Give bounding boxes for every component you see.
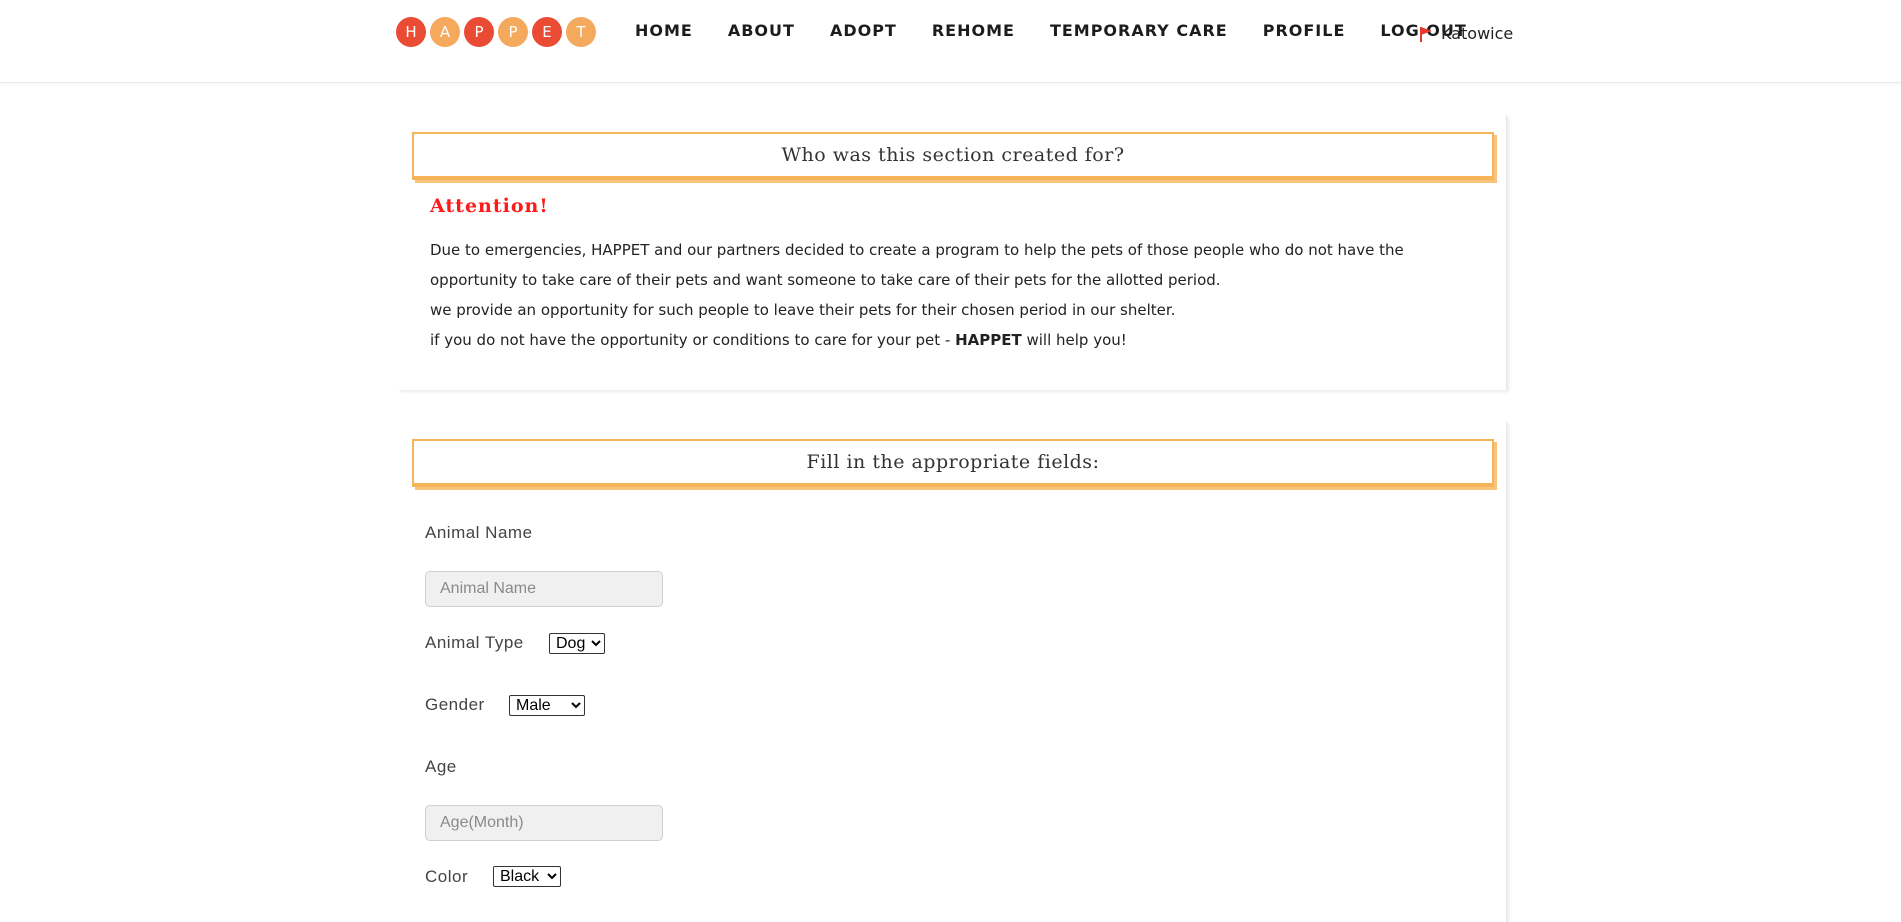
logo-letter: T — [566, 17, 596, 47]
nav-profile[interactable]: PROFILE — [1263, 20, 1346, 42]
happet-bold: HAPPET — [955, 331, 1022, 349]
info-text: Due to emergencies, HAPPET and our partn… — [430, 235, 1480, 355]
nav-adopt[interactable]: ADOPT — [830, 20, 897, 42]
flag-icon — [1420, 26, 1432, 42]
info-card-title: Who was this section created for? — [412, 132, 1494, 180]
form-title: Fill in the appropriate fields: — [412, 439, 1494, 487]
main-nav: HOME ABOUT ADOPT REHOME TEMPORARY CARE P… — [635, 20, 1467, 42]
city-selector[interactable]: Katowice — [1419, 24, 1513, 43]
info-line-2: we provide an opportunity for such peopl… — [430, 301, 1176, 319]
logo-letter: H — [396, 17, 426, 47]
nav-rehome[interactable]: REHOME — [932, 20, 1015, 42]
gender-label: Gender — [425, 695, 485, 714]
happet-logo[interactable]: H A P P E T — [396, 17, 600, 47]
city-name: Katowice — [1441, 24, 1514, 43]
nav-temporary-care[interactable]: TEMPORARY CARE — [1050, 20, 1228, 42]
info-line-3-prefix: if you do not have the opportunity or co… — [430, 331, 956, 349]
info-line-1: Due to emergencies, HAPPET and our partn… — [430, 241, 1404, 289]
logo-letter: A — [430, 17, 460, 47]
color-select[interactable]: Black — [493, 866, 561, 887]
site-header: H A P P E T HOME ABOUT ADOPT REHOME TEMP… — [0, 0, 1901, 83]
animal-type-select[interactable]: Dog — [549, 633, 605, 654]
nav-home[interactable]: HOME — [635, 20, 693, 42]
info-card: Who was this section created for? Attent… — [398, 115, 1507, 390]
color-label: Color — [425, 867, 469, 886]
form-card: Fill in the appropriate fields: Animal N… — [398, 422, 1507, 922]
nav-about[interactable]: ABOUT — [728, 20, 795, 42]
logo-letter: P — [498, 17, 528, 47]
attention-heading: Attention! — [430, 195, 549, 217]
gender-select[interactable]: Male — [509, 695, 585, 716]
info-line-3: if you do not have the opportunity or co… — [430, 325, 1480, 355]
animal-name-input[interactable] — [425, 571, 663, 607]
age-label: Age — [425, 757, 457, 776]
age-input[interactable] — [425, 805, 663, 841]
info-line-3-suffix: will help you! — [1021, 331, 1127, 349]
animal-type-label: Animal Type — [425, 633, 524, 652]
logo-letter: P — [464, 17, 494, 47]
animal-name-label: Animal Name — [425, 523, 533, 542]
logo-letter: E — [532, 17, 562, 47]
